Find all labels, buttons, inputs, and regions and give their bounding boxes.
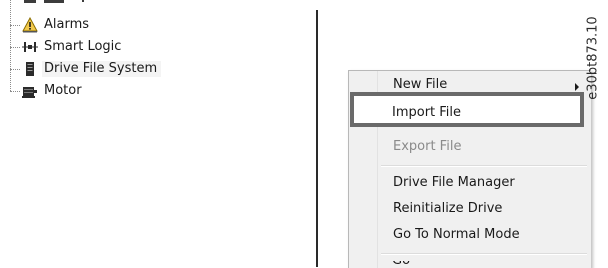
device-tree: Alarms Smart Logic Drive File System Mot…	[0, 0, 316, 267]
menu-item-label: Import File	[392, 105, 462, 120]
menu-item-import-file[interactable]: Import File	[350, 92, 584, 127]
figure-id: e30bt873.10	[585, 16, 601, 100]
menu-item-go-to-normal-mode[interactable]: Go To Normal Mode	[393, 227, 520, 243]
pane-divider[interactable]	[316, 10, 318, 267]
motor-icon	[22, 83, 38, 99]
file-system-icon	[22, 61, 38, 77]
menu-item-export-file[interactable]: Export File	[393, 139, 461, 155]
menu-item-new-file[interactable]: New File	[393, 77, 447, 93]
menu-item-drive-file-manager[interactable]: Drive File Manager	[393, 175, 515, 191]
submenu-arrow-icon	[575, 83, 579, 91]
tree-item-label: Motor	[44, 83, 82, 98]
tree-item-smart-logic[interactable]: Smart Logic	[0, 37, 300, 58]
tree-item-motor[interactable]: Motor	[0, 81, 300, 102]
logic-icon	[22, 39, 38, 55]
tree-item-alarms[interactable]: Alarms	[0, 15, 300, 36]
menu-item-cut-off[interactable]: Go	[392, 261, 422, 267]
warning-icon	[22, 17, 38, 33]
cut-off-tree-item	[22, 0, 92, 6]
tree-item-drive-file-system[interactable]: Drive File System	[0, 59, 300, 80]
menu-item-reinitialize-drive[interactable]: Reinitialize Drive	[393, 201, 502, 217]
menu-separator	[381, 253, 587, 255]
tree-item-label: Smart Logic	[44, 39, 122, 54]
menu-separator	[381, 165, 587, 167]
tree-item-label: Drive File System	[42, 61, 162, 77]
tree-item-label: Alarms	[44, 17, 90, 32]
